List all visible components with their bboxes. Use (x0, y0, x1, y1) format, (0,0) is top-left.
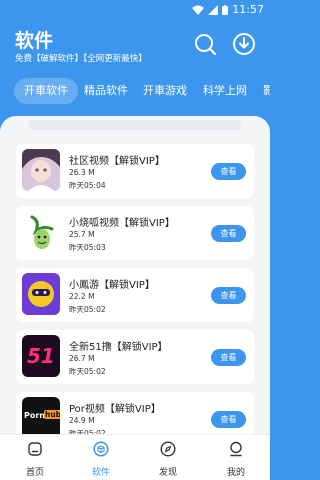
nav-profile[interactable]: 我的 (209, 435, 263, 480)
nav-home[interactable]: 首页 (8, 435, 62, 480)
app-date: 昨天05:02 (69, 367, 106, 376)
app-name: Por视频【解锁VIP】 (69, 404, 161, 415)
signal-icon (208, 4, 219, 15)
page-title: 软件 (15, 30, 54, 52)
app-card[interactable]: Porn hub Por视频【解锁VIP】 24.9 M 昨天05:02 查看 (16, 392, 254, 436)
status-bar: 11:57 (0, 0, 270, 20)
tab-kaiche-games[interactable]: 开車游戏 (143, 78, 187, 104)
header: 软件 免费【破解软件】【全网更新最快】 (0, 20, 270, 70)
view-button[interactable]: 查看 (211, 163, 246, 180)
app-date: 昨天05:03 (69, 243, 106, 252)
app-size: 22.2 M (69, 292, 95, 301)
view-button[interactable]: 查看 (211, 349, 246, 366)
app-name: 全新51撸【解锁VIP】 (69, 342, 168, 353)
app-size: 26.3 M (69, 168, 95, 177)
app-thumbnail: 51 (22, 335, 60, 377)
compass-icon (160, 441, 176, 457)
software-icon (93, 441, 109, 457)
app-date: 昨天05:02 (69, 305, 106, 314)
view-button[interactable]: 查看 (211, 225, 246, 242)
nav-discover[interactable]: 发现 (141, 435, 195, 480)
app-thumbnail (22, 273, 60, 315)
profile-icon (230, 441, 242, 457)
banner-placeholder (28, 120, 242, 130)
battery-icon (222, 4, 229, 15)
app-date: 昨天05:04 (69, 181, 106, 190)
app-name: 小鳳游【解锁VIP】 (69, 280, 155, 291)
view-button[interactable]: 查看 (211, 411, 246, 428)
app-card[interactable]: 小鳳游【解锁VIP】 22.2 M 昨天05:02 查看 (16, 268, 254, 322)
tab-premium-software[interactable]: 精品软件 (84, 78, 128, 104)
download-icon[interactable] (232, 32, 256, 56)
status-time: 11:57 (232, 3, 264, 16)
bottom-nav: 首页 软件 发现 我的 (0, 434, 270, 480)
app5-logo-text-a: Porn (24, 411, 45, 420)
app-card[interactable]: 51 全新51撸【解锁VIP】 26.7 M 昨天05:02 查看 (16, 330, 254, 384)
app-card[interactable]: 社区视频【解锁VIP】 26.3 M 昨天05:04 查看 (16, 144, 254, 198)
tab-more[interactable]: 影 (263, 78, 270, 104)
tab-vpn[interactable]: 科学上网 (203, 78, 247, 104)
wifi-icon (192, 5, 205, 15)
page-subtitle: 免费【破解软件】【全网更新最快】 (15, 54, 147, 64)
app-size: 26.7 M (69, 354, 95, 363)
app-size: 25.7 M (69, 230, 95, 239)
category-tabs: 开車软件 精品软件 开車游戏 科学上网 影 (0, 78, 270, 104)
app-name: 小烧呱视频【解锁VIP】 (69, 218, 175, 229)
app-card[interactable]: 小烧呱视频【解锁VIP】 25.7 M 昨天05:03 查看 (16, 206, 254, 260)
app4-logo-text: 51 (27, 344, 55, 368)
app-thumbnail: Porn hub (22, 397, 60, 436)
app-size: 24.9 M (69, 416, 95, 425)
nav-software[interactable]: 软件 (74, 435, 128, 480)
home-icon (28, 442, 42, 456)
app-list-panel: 社区视频【解锁VIP】 26.3 M 昨天05:04 查看 小烧呱视频【解锁VI… (0, 116, 270, 436)
app-name: 社区视频【解锁VIP】 (69, 156, 165, 167)
app-thumbnail (22, 211, 60, 253)
search-icon[interactable] (193, 32, 217, 56)
tab-kaiche-software[interactable]: 开車软件 (14, 78, 78, 104)
app-thumbnail (22, 149, 60, 191)
view-button[interactable]: 查看 (211, 287, 246, 304)
app5-logo-text-b: hub (44, 410, 60, 419)
